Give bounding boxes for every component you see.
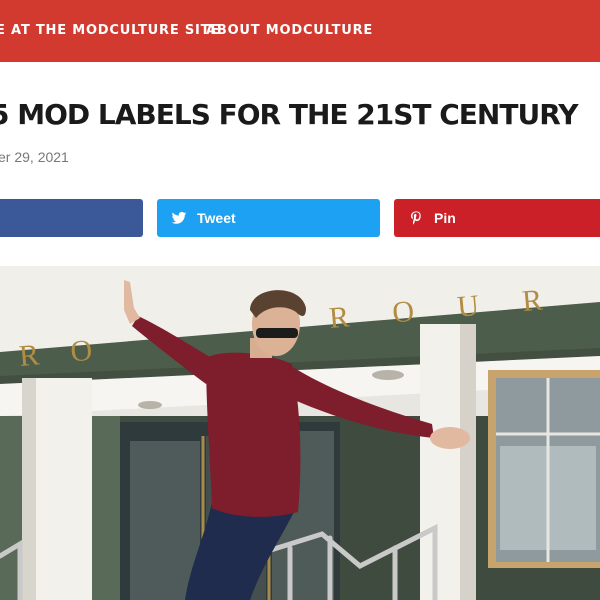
right-hand [430,427,470,449]
pinterest-share-label: Pin [434,210,456,226]
hero-image: R O R O U R [0,266,600,600]
article-title: 5 MOD LABELS FOR THE 21ST CENTURY [0,98,578,131]
pinterest-icon [408,210,424,226]
twitter-share-label: Tweet [197,210,236,226]
twitter-share-button[interactable]: Tweet [157,199,380,237]
article-date: er 29, 2021 [0,149,69,165]
twitter-icon [171,210,187,226]
sunglasses [256,328,298,338]
top-nav: E AT THE MODCULTURE SITE ABOUT MODCULTUR… [0,0,600,62]
ceiling-light [372,370,404,380]
nav-link-about[interactable]: ABOUT MODCULTURE [206,23,373,38]
sweater [206,352,301,517]
nav-link-modculture-site[interactable]: E AT THE MODCULTURE SITE [0,23,220,38]
ceiling-light [138,401,162,409]
facebook-share-button[interactable] [0,199,143,237]
pinterest-share-button[interactable]: Pin [394,199,600,237]
